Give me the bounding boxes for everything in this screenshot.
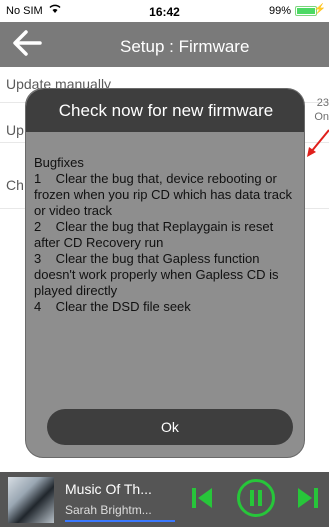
back-arrow-icon[interactable] xyxy=(10,26,44,68)
firmware-dialog: Check now for new firmware Bugfixes 1 Cl… xyxy=(25,88,305,458)
previous-track-icon[interactable] xyxy=(187,483,217,513)
album-art[interactable] xyxy=(8,477,54,523)
battery-percent: 99% xyxy=(268,5,291,17)
track-title: Music Of Th... xyxy=(65,481,152,497)
playback-progress xyxy=(65,520,175,522)
pause-icon[interactable] xyxy=(236,478,276,518)
next-track-icon[interactable] xyxy=(293,483,323,513)
page-title: Setup : Firmware xyxy=(120,37,250,56)
dialog-title: Check now for new firmware xyxy=(26,89,304,132)
ok-button[interactable]: Ok xyxy=(47,409,293,445)
status-bar: No SIM 16:42 99% ⚡ xyxy=(0,0,329,22)
annotation-arrow-icon xyxy=(307,129,329,157)
artist-name: Sarah Brightm... xyxy=(65,503,152,517)
now-playing-bar[interactable]: Music Of Th... Sarah Brightm... xyxy=(0,472,329,527)
dialog-message[interactable]: Bugfixes 1 Clear the bug that, device re… xyxy=(34,155,298,393)
nav-header: Setup : Firmware xyxy=(0,22,329,67)
charging-icon: ⚡ xyxy=(313,4,326,15)
